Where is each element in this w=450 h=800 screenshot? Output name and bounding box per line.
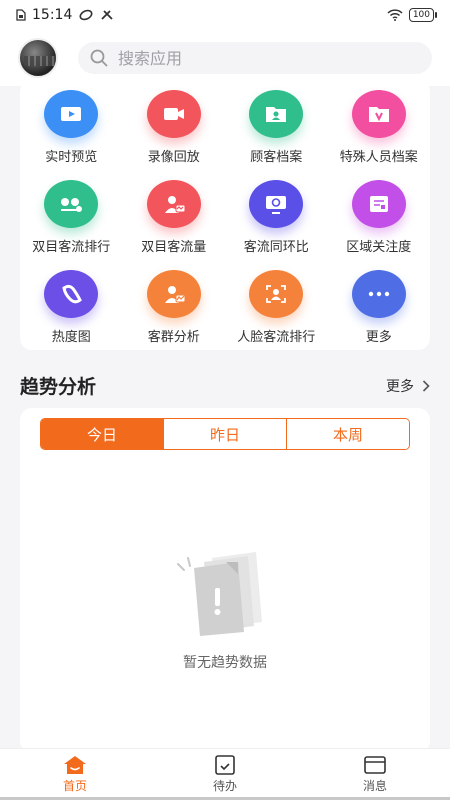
search-bar[interactable] (78, 42, 432, 74)
grid-item-label: 特殊人员档案 (339, 150, 418, 165)
heatmap-icon (44, 270, 99, 318)
comparison-monitor-icon (249, 180, 304, 228)
nav-message-label: 消息 (362, 779, 387, 793)
status-time: 15:14 (32, 7, 73, 23)
empty-document-icon (177, 552, 262, 636)
nav-home[interactable]: 首页 (0, 749, 150, 800)
grid-item-label: 双目客流排行 (32, 240, 111, 255)
trend-title: 趋势分析 (20, 376, 97, 398)
grid-item-more-dots[interactable]: 更多 (328, 268, 431, 358)
more-dots-icon (351, 270, 406, 318)
grid-item-binocular-ranking[interactable]: 双目客流排行 (20, 178, 123, 268)
grid-item-face-ranking[interactable]: 人脸客流排行 (225, 268, 328, 358)
grid-item-label: 区域关注度 (346, 240, 412, 255)
grid-item-label: 顾客档案 (250, 150, 303, 165)
grid-item-heatmap[interactable]: 热度图 (20, 268, 123, 358)
bottom-nav: 首页 待办 消息 (0, 748, 450, 800)
grid-item-video-play[interactable]: 实时预览 (20, 88, 123, 178)
status-bar: 15:14 100 (0, 0, 450, 30)
grid-item-region-attention[interactable]: 区域关注度 (328, 178, 431, 268)
video-play-icon (44, 90, 99, 138)
grid-item-label: 双目客流量 (141, 240, 207, 255)
header (0, 30, 450, 86)
grid-item-video-camera[interactable]: 录像回放 (123, 88, 226, 178)
trend-card: 今日 昨日 本周 暂无趋势数据 (20, 408, 430, 753)
vip-folder-icon (351, 90, 406, 138)
avatar[interactable] (18, 38, 58, 78)
chevron-right-icon (422, 379, 430, 392)
nav-home-label: 首页 (62, 779, 87, 793)
grid-item-label: 人脸客流排行 (237, 330, 316, 345)
nav-message[interactable]: 消息 (300, 749, 450, 800)
empty-state: 暂无趋势数据 (20, 548, 430, 672)
trend-header: 趋势分析 更多 (20, 372, 430, 399)
app-grid: 实时预览 录像回放 顾客档案 特殊人员档案双目客流排行 双目客流量 客流同环比 区域关注度热… (20, 80, 430, 358)
status-right: 100 (387, 8, 438, 22)
grid-item-label: 录像回放 (147, 150, 200, 165)
trend-more-link[interactable]: 更多 (386, 376, 430, 396)
grid-item-label: 客流同环比 (243, 240, 309, 255)
grid-item-customer-folder[interactable]: 顾客档案 (225, 88, 328, 178)
sim-card-icon (16, 9, 26, 21)
tab-yesterday[interactable]: 昨日 (164, 419, 287, 449)
customer-group-icon (146, 270, 201, 318)
tab-this-week[interactable]: 本周 (287, 419, 409, 449)
status-left: 15:14 (16, 7, 114, 23)
binocular-ranking-icon (44, 180, 99, 228)
tab-today[interactable]: 今日 (41, 419, 164, 449)
home-icon (64, 756, 86, 774)
message-icon (364, 756, 386, 774)
video-camera-icon (146, 90, 201, 138)
todo-icon (215, 755, 235, 775)
nav-todo-label: 待办 (212, 779, 237, 793)
face-ranking-icon (249, 270, 304, 318)
trend-tabs: 今日 昨日 本周 (40, 418, 410, 450)
region-attention-icon (351, 180, 406, 228)
sync-icon (79, 9, 93, 21)
search-icon (90, 49, 108, 67)
grid-item-customer-group[interactable]: 客群分析 (123, 268, 226, 358)
grid-item-label: 客群分析 (147, 330, 200, 345)
grid-item-comparison-monitor[interactable]: 客流同环比 (225, 178, 328, 268)
tools-icon (101, 10, 113, 20)
nav-todo[interactable]: 待办 (150, 749, 300, 800)
wifi-icon (387, 9, 403, 21)
trend-more-label: 更多 (386, 378, 414, 395)
customer-folder-icon (249, 90, 304, 138)
grid-item-binocular-flow[interactable]: 双目客流量 (123, 178, 226, 268)
binocular-flow-icon (146, 180, 201, 228)
battery-indicator: 100 (408, 8, 438, 22)
grid-item-vip-folder[interactable]: 特殊人员档案 (328, 88, 431, 178)
grid-item-label: 实时预览 (45, 150, 98, 165)
search-input[interactable] (118, 48, 378, 68)
empty-text: 暂无趋势数据 (183, 655, 267, 671)
grid-item-label: 热度图 (51, 330, 91, 345)
app-grid-card: 实时预览 录像回放 顾客档案 特殊人员档案双目客流排行 双目客流量 客流同环比 区域关注度热… (20, 80, 430, 350)
grid-item-label: 更多 (365, 330, 392, 345)
